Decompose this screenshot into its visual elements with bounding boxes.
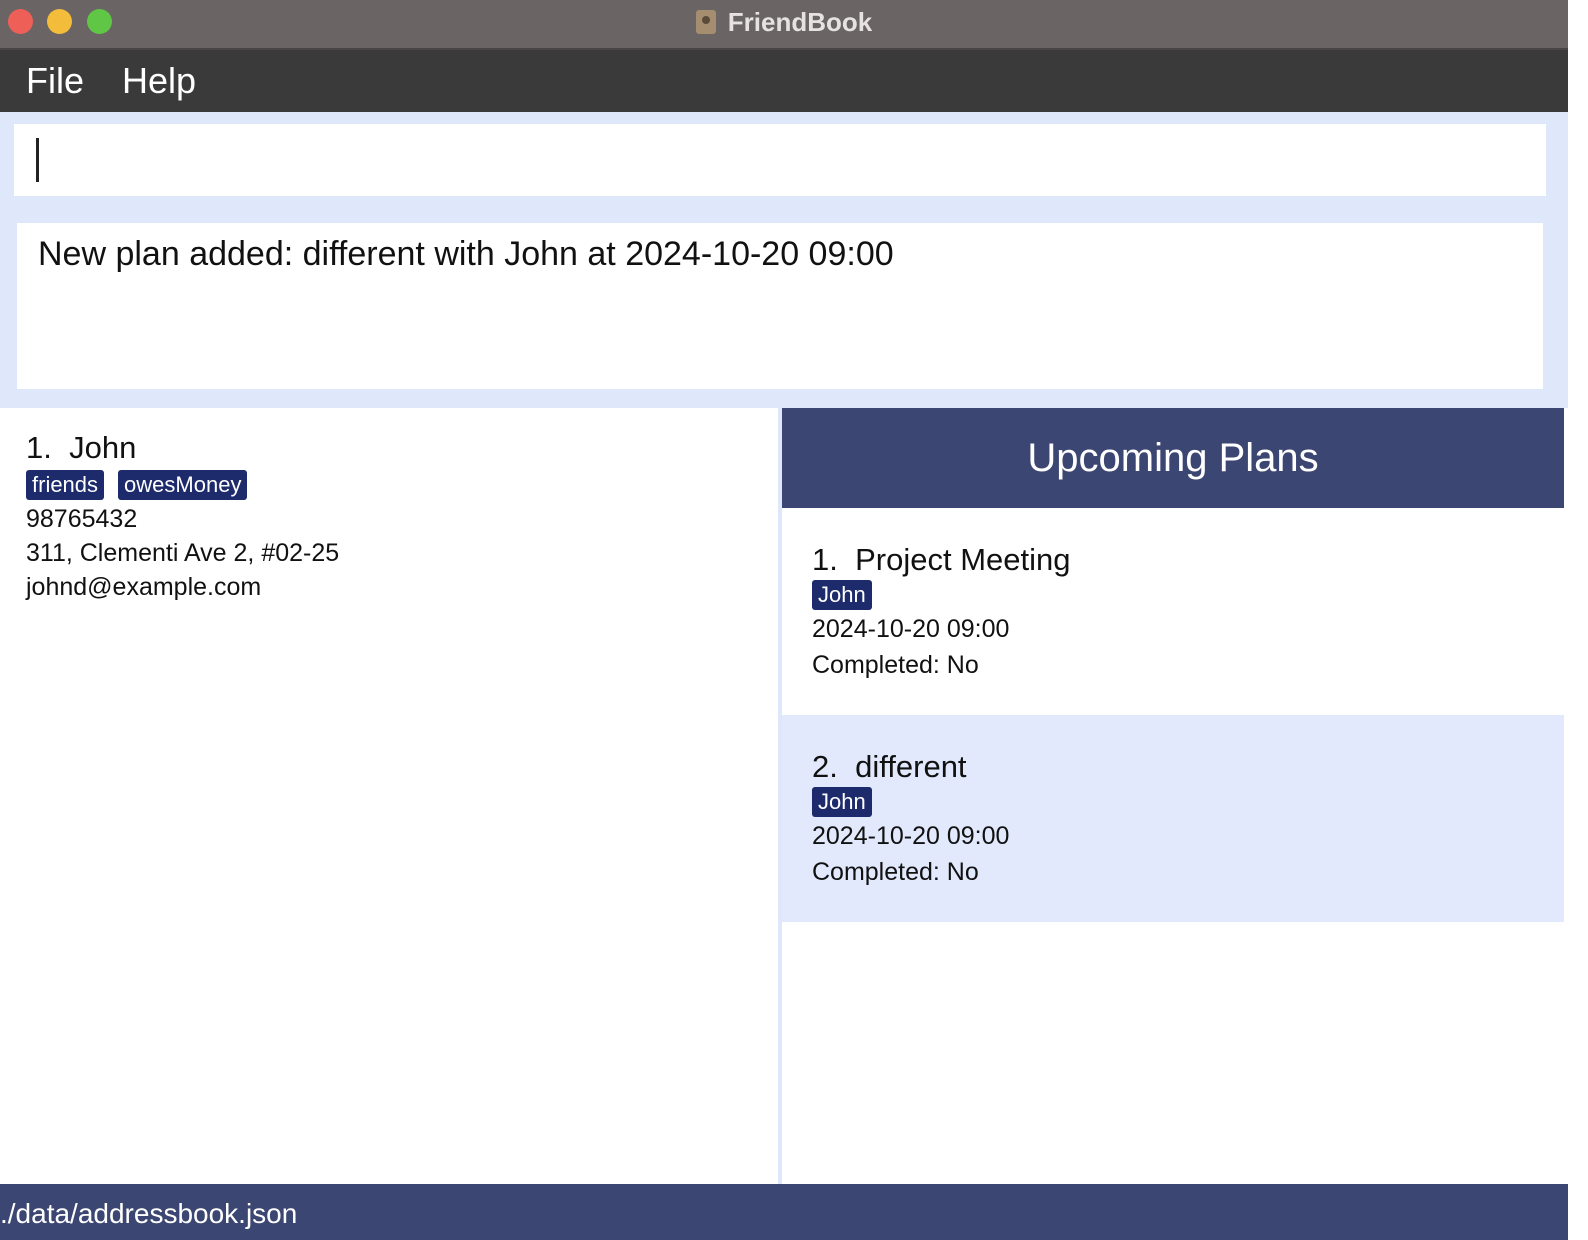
tag-person: John	[812, 580, 872, 610]
menu-bar: File Help	[0, 50, 1568, 112]
text-caret	[36, 138, 39, 182]
status-bar: ./data/addressbook.json	[0, 1184, 1568, 1240]
plan-card[interactable]: 1. Project Meeting John 2024-10-20 09:00…	[782, 508, 1564, 715]
plan-completed: Completed: No	[812, 858, 979, 886]
tag-person: John	[812, 787, 872, 817]
person-card[interactable]: 1. John friends owesMoney 98765432 311, …	[26, 430, 339, 602]
tag-owes-money: owesMoney	[118, 470, 248, 500]
plans-header: Upcoming Plans	[782, 408, 1564, 508]
menu-file[interactable]: File	[26, 60, 84, 102]
plan-name: Project Meeting	[855, 542, 1071, 577]
plan-card[interactable]: 2. different John 2024-10-20 09:00 Compl…	[782, 715, 1564, 922]
plan-tags: John	[812, 787, 1564, 817]
plan-title: 1. Project Meeting	[812, 542, 1564, 578]
command-box-area	[0, 112, 1568, 208]
person-tags: friends owesMoney	[26, 470, 339, 500]
title-bar: FriendBook	[0, 0, 1568, 50]
save-location: ./data/addressbook.json	[0, 1198, 298, 1229]
plan-index: 2.	[812, 749, 838, 784]
person-email: johnd@example.com	[26, 573, 262, 601]
person-title: 1. John	[26, 430, 339, 466]
plan-datetime: 2024-10-20 09:00	[812, 615, 1010, 643]
result-display-area: New plan added: different with John at 2…	[0, 208, 1568, 408]
plan-name: different	[855, 749, 967, 784]
plan-tags: John	[812, 580, 1564, 610]
window-title: FriendBook	[727, 6, 873, 37]
app-icon	[695, 10, 716, 34]
person-phone: 98765432	[26, 505, 138, 533]
result-display: New plan added: different with John at 2…	[17, 223, 1543, 389]
person-index: 1.	[26, 430, 52, 465]
window-title-wrap: FriendBook	[0, 0, 1568, 44]
plan-completed: Completed: No	[812, 651, 979, 679]
plan-index: 1.	[812, 542, 838, 577]
plan-datetime: 2024-10-20 09:00	[812, 822, 1010, 850]
plan-title: 2. different	[812, 749, 1564, 785]
window-edge	[1568, 0, 1588, 1240]
command-input[interactable]	[14, 124, 1546, 196]
person-list-panel[interactable]: 1. John friends owesMoney 98765432 311, …	[0, 408, 778, 1184]
menu-help[interactable]: Help	[122, 60, 196, 102]
person-name: John	[69, 430, 137, 465]
tag-friends: friends	[26, 470, 105, 500]
person-address: 311, Clementi Ave 2, #02-25	[26, 539, 340, 567]
plans-panel: Upcoming Plans 1. Project Meeting John 2…	[782, 408, 1564, 1184]
